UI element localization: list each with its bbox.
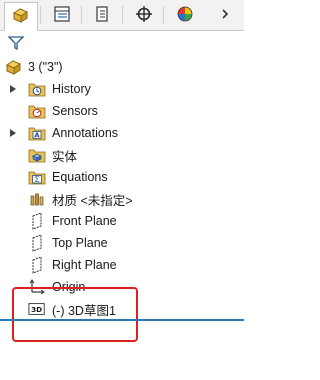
tab-feature-manager[interactable]: [4, 2, 38, 31]
filter-row: [0, 31, 244, 55]
plane-icon: [28, 234, 46, 252]
svg-text:Σ: Σ: [34, 175, 39, 184]
tree-item-label: 材质 <未指定>: [52, 193, 133, 208]
tree-item-label: 实体: [52, 149, 78, 164]
tree-item-label: Sensors: [52, 104, 98, 118]
sensors-folder-icon: [28, 102, 46, 120]
expand-arrow-icon[interactable]: [9, 128, 17, 138]
equations-folder-icon: Σ: [28, 168, 46, 186]
rollback-bar[interactable]: [0, 319, 244, 321]
filter-icon[interactable]: [7, 35, 25, 54]
property-manager-icon: [53, 5, 71, 26]
tree-item-history[interactable]: History: [0, 78, 244, 100]
tree-item-right-plane[interactable]: Right Plane: [0, 254, 244, 276]
tree-item-front-plane[interactable]: Front Plane: [0, 210, 244, 232]
tree-item-sensors[interactable]: Sensors: [0, 100, 244, 122]
annotations-folder-icon: A: [28, 124, 46, 142]
feature-manager-icon: [11, 5, 31, 28]
part-icon: [5, 58, 23, 76]
tree-item-label: History: [52, 82, 91, 96]
tree-item-label: Annotations: [52, 126, 119, 140]
configuration-manager-icon: [94, 5, 112, 26]
tree-item-label: Right Plane: [52, 258, 117, 272]
tree-root[interactable]: 3 ("3"): [0, 56, 244, 78]
tree-root-label: 3 ("3"): [28, 60, 63, 74]
tree-item-label: Front Plane: [52, 214, 117, 228]
tree-item-solid-bodies[interactable]: 实体: [0, 144, 244, 166]
tab-property-manager[interactable]: [45, 2, 79, 28]
appearance-icon: [176, 5, 194, 26]
tab-display-manager[interactable]: [168, 2, 202, 28]
tree-item-material[interactable]: 材质 <未指定>: [0, 188, 244, 210]
tree-item-label: Equations: [52, 170, 108, 184]
svg-text:A: A: [34, 132, 40, 140]
chevron-right-icon: [220, 8, 230, 23]
tree-item-annotations[interactable]: A Annotations: [0, 122, 244, 144]
tree-item-label: Top Plane: [52, 236, 108, 250]
tab-overflow[interactable]: [210, 2, 240, 28]
expand-arrow-icon[interactable]: [9, 84, 17, 94]
tree-item-top-plane[interactable]: Top Plane: [0, 232, 244, 254]
tab-configuration-manager[interactable]: [86, 2, 120, 28]
tab-dimxpert-manager[interactable]: [127, 2, 161, 28]
plane-icon: [28, 256, 46, 274]
solid-bodies-folder-icon: [28, 146, 46, 164]
material-icon: [28, 190, 46, 208]
tree-item-equations[interactable]: Σ Equations: [0, 166, 244, 188]
crosshair-icon: [135, 5, 153, 26]
plane-icon: [28, 212, 46, 230]
manager-tab-bar: [0, 0, 244, 31]
highlight-annotation-box: [12, 287, 138, 342]
history-folder-icon: [28, 80, 46, 98]
